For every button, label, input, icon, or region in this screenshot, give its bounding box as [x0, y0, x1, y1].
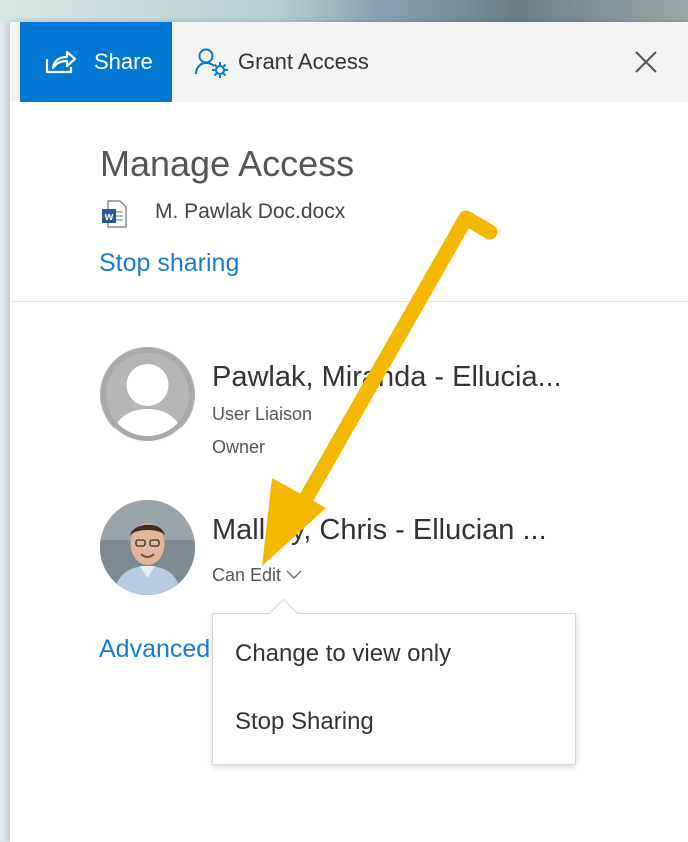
manage-access-panel: Share Grant Access Manage Access w M. Pa…: [10, 22, 688, 842]
tab-share[interactable]: Share: [20, 22, 172, 102]
avatar: [100, 347, 195, 442]
share-icon: [45, 50, 77, 74]
menu-item-stop-sharing[interactable]: Stop Sharing: [235, 708, 374, 736]
tab-share-label: Share: [94, 49, 153, 74]
document-name: M. Pawlak Doc.docx: [155, 200, 346, 223]
menu-item-change-to-view-only[interactable]: Change to view only: [235, 640, 451, 668]
chevron-down-icon: [286, 570, 302, 579]
person-name: Pawlak, Miranda - Ellucia...: [212, 361, 562, 393]
close-button[interactable]: [632, 48, 660, 76]
person-name: Mallory, Chris - Ellucian ...: [212, 514, 547, 546]
divider: [10, 301, 688, 302]
word-doc-icon: w: [101, 200, 127, 233]
avatar: [100, 500, 195, 595]
grant-access-icon: [195, 48, 228, 78]
page-title: Manage Access: [100, 143, 355, 184]
avatar-placeholder-icon: [100, 347, 195, 442]
stop-sharing-link[interactable]: Stop sharing: [99, 248, 239, 278]
background-image-strip: [0, 0, 688, 22]
permission-label: Can Edit: [212, 565, 282, 585]
menu-caret: [268, 598, 299, 629]
svg-text:w: w: [104, 211, 114, 223]
tab-grant-access-label: Grant Access: [238, 49, 369, 74]
person-status: Owner: [212, 437, 266, 457]
permission-menu: Change to view only Stop Sharing: [212, 598, 576, 765]
permission-dropdown[interactable]: Can Edit: [212, 564, 302, 586]
close-icon: [635, 51, 657, 73]
panel-toolbar: Share Grant Access: [10, 22, 688, 102]
tab-grant-access[interactable]: Grant Access: [190, 22, 430, 102]
advanced-link[interactable]: Advanced: [99, 634, 210, 664]
person-role: User Liaison: [212, 404, 313, 424]
